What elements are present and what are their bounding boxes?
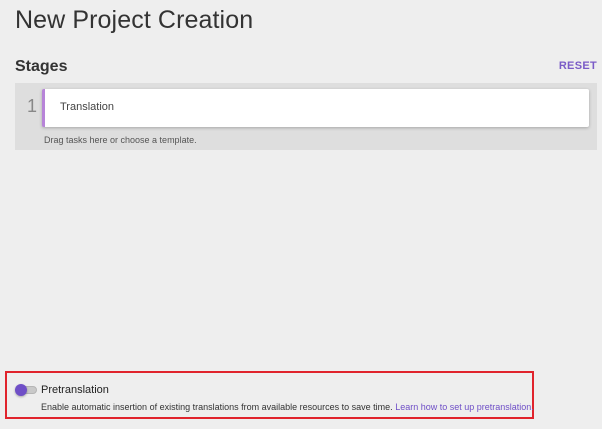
stage-card-label: Translation: [60, 101, 115, 113]
pretranslation-label: Pretranslation: [41, 384, 109, 396]
toggle-knob: [15, 384, 27, 396]
pretranslation-description: Enable automatic insertion of existing t…: [41, 402, 534, 412]
stages-title: Stages: [15, 58, 68, 75]
page-title: New Project Creation: [15, 6, 254, 34]
stages-drop-area[interactable]: 1 Translation Drag tasks here or choose …: [15, 83, 597, 150]
learn-pretranslation-link[interactable]: Learn how to set up pretranslation.: [395, 402, 534, 412]
project-creation-page: New Project Creation Stages RESET 1 Tran…: [0, 0, 602, 429]
reset-button[interactable]: RESET: [559, 60, 597, 72]
pretranslation-toggle[interactable]: [15, 384, 37, 396]
stages-header: Stages RESET: [15, 58, 597, 78]
stages-hint: Drag tasks here or choose a template.: [44, 135, 197, 145]
stage-card-translation[interactable]: Translation: [42, 89, 589, 127]
pretranslation-description-text: Enable automatic insertion of existing t…: [41, 402, 393, 412]
pretranslation-section: Pretranslation Enable automatic insertio…: [5, 371, 534, 419]
stage-number: 1: [27, 96, 38, 116]
